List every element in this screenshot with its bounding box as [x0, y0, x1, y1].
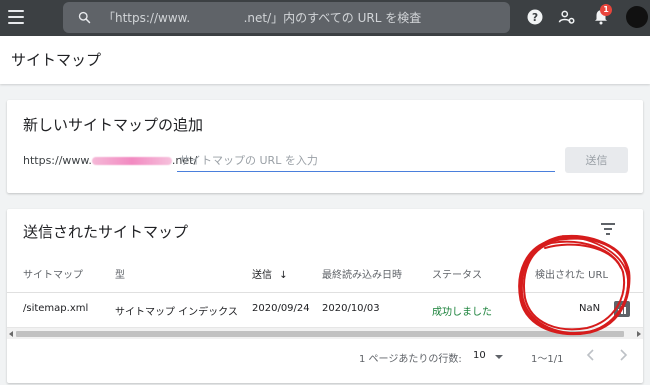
chevron-left-icon[interactable]	[585, 348, 597, 362]
filter-icon[interactable]	[601, 223, 619, 237]
cell-last-read: 2020/10/03	[322, 303, 380, 314]
redacted-domain	[91, 157, 172, 165]
sitemap-url-input[interactable]	[177, 150, 555, 172]
top-app-bar: ? 1	[0, 0, 650, 36]
sort-down-icon: ↓	[279, 270, 288, 281]
bar-chart-icon[interactable]	[614, 301, 630, 317]
svg-text:?: ?	[532, 12, 538, 24]
cell-sitemap: /sitemap.xml	[23, 303, 89, 314]
cell-discovered-urls: NaN	[579, 303, 601, 314]
column-header-sitemap[interactable]: サイトマップ	[23, 266, 83, 281]
submitted-sitemaps-card: 送信されたサイトマップ サイトマップ 型 送信 ↓ 最終読み込み日時 ステータス…	[7, 209, 643, 383]
scroll-right-arrow-icon[interactable]	[637, 331, 641, 337]
cell-status: 成功しました	[432, 307, 492, 318]
column-header-type[interactable]: 型	[115, 266, 125, 281]
avatar[interactable]	[626, 6, 648, 28]
scroll-left-arrow-icon[interactable]	[9, 331, 13, 337]
title-bar: サイトマップ	[0, 36, 650, 84]
horizontal-scrollbar[interactable]	[7, 327, 643, 339]
cell-submitted: 2020/09/24	[252, 303, 310, 314]
search-box[interactable]	[63, 2, 510, 33]
add-sitemap-title: 新しいサイトマップの追加	[23, 116, 204, 134]
dropdown-arrow-icon[interactable]	[495, 355, 503, 359]
rows-per-page-select[interactable]: 10	[473, 350, 486, 361]
notification-badge: 1	[600, 4, 612, 16]
menu-icon[interactable]	[8, 10, 24, 24]
page-range: 1〜1/1	[531, 354, 564, 365]
url-prefix: https://www. .net/	[23, 154, 197, 167]
column-header-submitted[interactable]: 送信 ↓	[252, 266, 288, 281]
column-header-submitted-label: 送信	[252, 270, 272, 281]
submit-sitemap-button[interactable]: 送信	[565, 147, 628, 173]
cell-type: サイトマップ インデックス	[115, 307, 238, 318]
divider	[7, 292, 643, 293]
url-inspect-input[interactable]	[103, 2, 503, 33]
url-prefix-start: https://www.	[23, 154, 92, 167]
column-header-discovered-urls[interactable]: 検出された URL	[535, 266, 608, 281]
rows-per-page-label: 1 ページあたりの行数:	[359, 354, 462, 365]
chevron-right-icon[interactable]	[617, 348, 629, 362]
user-settings-icon[interactable]	[558, 8, 576, 26]
scroll-thumb[interactable]	[16, 331, 624, 337]
page-title: サイトマップ	[11, 51, 102, 69]
column-header-last-read[interactable]: 最終読み込み日時	[322, 266, 402, 281]
column-header-status[interactable]: ステータス	[432, 266, 482, 281]
submitted-sitemaps-title: 送信されたサイトマップ	[23, 223, 189, 241]
help-icon[interactable]: ?	[526, 8, 544, 26]
add-sitemap-card: 新しいサイトマップの追加 https://www..net/ 送信	[7, 100, 643, 193]
search-icon[interactable]	[77, 10, 92, 25]
